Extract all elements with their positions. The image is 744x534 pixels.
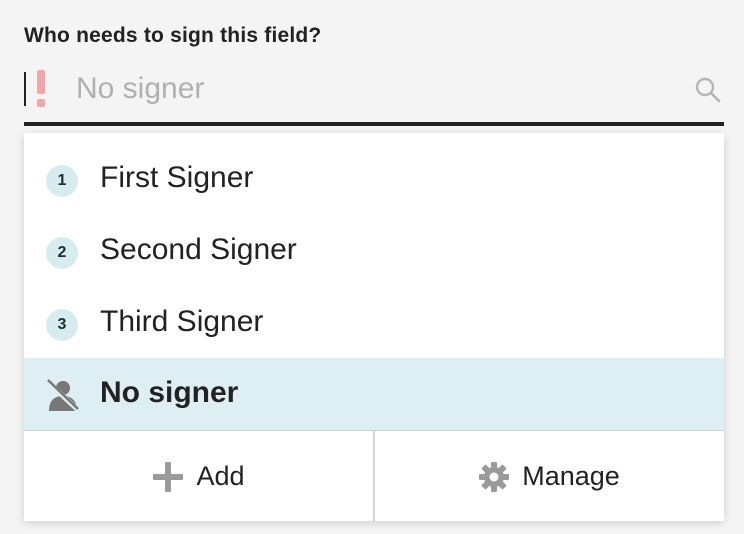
text-caret <box>24 72 26 106</box>
option-label: Third Signer <box>100 305 264 338</box>
plus-icon <box>153 461 184 492</box>
no-signer-icon <box>45 379 81 412</box>
add-button-label: Add <box>196 461 245 491</box>
signer-select-input[interactable]: No signer <box>24 62 724 126</box>
gear-icon <box>479 461 510 492</box>
signer-badge: 1 <box>46 165 78 197</box>
option-label: First Signer <box>100 161 254 194</box>
option-label: Second Signer <box>100 233 297 266</box>
exclamation-icon <box>37 70 45 107</box>
option-no-signer[interactable]: No signer <box>24 358 724 430</box>
manage-signers-button[interactable]: Manage <box>374 431 724 522</box>
signer-field-label: Who needs to sign this field? <box>24 24 322 47</box>
search-icon[interactable] <box>694 76 722 104</box>
signer-badge: 3 <box>46 309 78 341</box>
option-third-signer[interactable]: 3 Third Signer <box>24 287 724 359</box>
option-first-signer[interactable]: 1 First Signer <box>24 143 724 215</box>
add-signer-button[interactable]: Add <box>24 431 375 522</box>
signer-badge: 2 <box>46 237 78 269</box>
manage-button-label: Manage <box>522 461 620 491</box>
option-label: No signer <box>100 376 239 409</box>
option-second-signer[interactable]: 2 Second Signer <box>24 215 724 287</box>
signer-input-placeholder[interactable]: No signer <box>76 72 204 106</box>
signer-dropdown: 1 First Signer 2 Second Signer 3 Third S… <box>24 133 724 522</box>
dropdown-footer: Add Manage <box>24 430 724 522</box>
